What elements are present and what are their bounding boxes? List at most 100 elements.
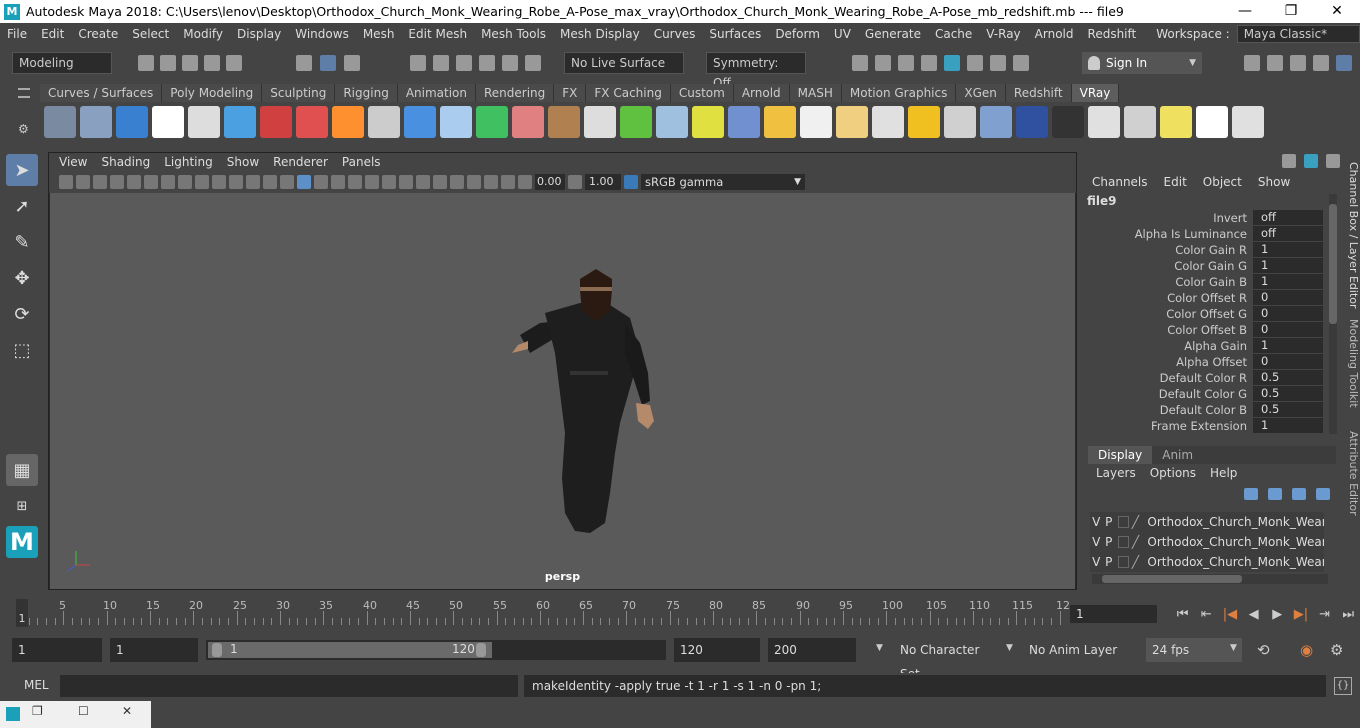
menu-select[interactable]: Select [125, 27, 176, 41]
symmetry-dropdown[interactable]: Symmetry: Off [706, 52, 806, 90]
layer-menu-help[interactable]: Help [1210, 466, 1237, 480]
shelf-tool-icon[interactable] [584, 106, 616, 138]
render-setup-icon[interactable] [967, 55, 983, 71]
attribute-row[interactable]: Color Gain R 1 [1082, 242, 1327, 258]
use-all-lights-icon[interactable] [348, 175, 362, 189]
live-surface-field[interactable]: No Live Surface [564, 52, 684, 74]
select-hierarchy-icon[interactable] [296, 55, 312, 71]
layer-visibility-toggle[interactable]: V [1090, 535, 1103, 549]
shelf-tab-xgen[interactable]: XGen [956, 84, 1006, 102]
ambient-occlusion-icon[interactable] [382, 175, 396, 189]
shelf-menu-icon[interactable] [18, 88, 30, 98]
shelf-tool-icon[interactable] [548, 106, 580, 138]
shelf-tool-icon[interactable] [764, 106, 796, 138]
loop-icon[interactable]: ⟲ [1257, 641, 1270, 659]
xray-joints-icon[interactable] [501, 175, 515, 189]
attribute-row[interactable]: Default Color R 0.5 [1082, 370, 1327, 386]
menu-set-dropdown[interactable]: Modeling [12, 52, 112, 74]
menu-generate[interactable]: Generate [858, 27, 928, 41]
2d-pan-zoom-icon[interactable] [127, 175, 141, 189]
shelf-tool-icon[interactable] [728, 106, 760, 138]
step-back-key-icon[interactable]: ⇤ [1194, 607, 1218, 622]
shelf-tool-icon[interactable] [1232, 106, 1264, 138]
layer-menu-layers[interactable]: Layers [1096, 466, 1136, 480]
move-layer-down-icon[interactable] [1268, 488, 1282, 500]
shelf-tab-redshift[interactable]: Redshift [1005, 84, 1072, 102]
vp-menu-view[interactable]: View [52, 153, 94, 171]
layer-visibility-toggle[interactable]: V [1090, 555, 1103, 569]
cb-menu-edit[interactable]: Edit [1164, 175, 1187, 189]
chevron-down-icon[interactable]: ▼ [1006, 643, 1013, 653]
animation-end-field[interactable]: 200 [768, 638, 856, 662]
script-editor-icon[interactable]: {} [1334, 677, 1352, 695]
attribute-editor-icon[interactable] [1290, 55, 1306, 71]
color-management-icon[interactable] [624, 175, 638, 189]
shelf-tab-custom[interactable]: Custom [670, 84, 734, 102]
menu-edit-mesh[interactable]: Edit Mesh [401, 27, 474, 41]
shelf-tool-icon[interactable] [800, 106, 832, 138]
shelf-tool-icon[interactable] [44, 106, 76, 138]
attribute-row[interactable]: Color Offset R 0 [1082, 290, 1327, 306]
layer-horizontal-scrollbar[interactable] [1092, 574, 1328, 584]
range-end-handle[interactable] [476, 643, 486, 657]
shelf-tool-icon[interactable] [116, 106, 148, 138]
chevron-down-icon[interactable]: ▼ [876, 643, 883, 653]
smooth-shade-icon[interactable] [297, 175, 311, 189]
layer-playback-toggle[interactable]: P [1103, 555, 1116, 569]
attribute-value[interactable]: 0 [1253, 290, 1323, 305]
attribute-value[interactable]: 0 [1253, 306, 1323, 321]
shelf-tab-fx-caching[interactable]: FX Caching [586, 84, 671, 102]
menu-mesh-tools[interactable]: Mesh Tools [474, 27, 553, 41]
attribute-row[interactable]: Color Offset G 0 [1082, 306, 1327, 322]
cb-menu-show[interactable]: Show [1258, 175, 1290, 189]
command-input[interactable] [60, 675, 518, 697]
menu-vray[interactable]: V-Ray [979, 27, 1027, 41]
open-scene-icon[interactable] [160, 55, 176, 71]
shelf-tab-poly-modeling[interactable]: Poly Modeling [162, 84, 263, 102]
menu-file[interactable]: File [0, 27, 34, 41]
shelf-settings-icon[interactable]: ⚙ [18, 122, 29, 136]
range-start-handle[interactable] [212, 643, 222, 657]
menu-surfaces[interactable]: Surfaces [702, 27, 768, 41]
textured-icon[interactable] [331, 175, 345, 189]
snap-curve-icon[interactable] [433, 55, 449, 71]
attribute-row[interactable]: Frame Extension 1 [1082, 418, 1327, 434]
playback-end-field[interactable]: 120 [674, 638, 760, 662]
shelf-tab-sculpting[interactable]: Sculpting [262, 84, 336, 102]
attribute-row[interactable]: Alpha Is Luminance off [1082, 226, 1327, 242]
menu-windows[interactable]: Windows [288, 27, 356, 41]
menu-modify[interactable]: Modify [176, 27, 230, 41]
grease-pencil-icon[interactable] [144, 175, 158, 189]
shelf-tool-icon[interactable] [1088, 106, 1120, 138]
shelf-tool-icon[interactable] [512, 106, 544, 138]
shelf-tab-animation[interactable]: Animation [397, 84, 476, 102]
play-backwards-icon[interactable]: ◀ [1242, 607, 1266, 622]
menu-curves[interactable]: Curves [647, 27, 703, 41]
channel-box-icon[interactable] [1282, 154, 1296, 168]
tab-anim[interactable]: Anim [1152, 446, 1203, 464]
redo-icon[interactable] [226, 55, 242, 71]
character-controls-icon[interactable] [1267, 55, 1283, 71]
attribute-row[interactable]: Color Gain G 1 [1082, 258, 1327, 274]
shelf-tool-icon[interactable] [332, 106, 364, 138]
menu-arnold[interactable]: Arnold [1028, 27, 1081, 41]
animation-start-field[interactable]: 1 [12, 638, 102, 662]
tab-channel-box-layer-editor[interactable]: Channel Box / Layer Editor [1342, 160, 1360, 310]
new-layer-selected-icon[interactable] [1316, 488, 1330, 500]
vp-menu-renderer[interactable]: Renderer [266, 153, 335, 171]
light-editor-icon[interactable] [990, 55, 1006, 71]
layer-visibility-toggle[interactable]: V [1090, 515, 1103, 529]
shelf-tool-icon[interactable] [1016, 106, 1048, 138]
perspective-viewport[interactable]: persp [50, 193, 1075, 589]
time-slider[interactable]: 1 5 10 15 20 25 30 35 40 45 50 55 60 65 70 75 80 85 90 95 10… [12, 597, 1070, 631]
shelf-tool-icon[interactable] [1196, 106, 1228, 138]
layer-playback-toggle[interactable]: P [1103, 535, 1116, 549]
animation-preferences-icon[interactable]: ⚙ [1330, 641, 1343, 659]
camera-attributes-icon[interactable] [76, 175, 90, 189]
attribute-row[interactable]: Default Color B 0.5 [1082, 402, 1327, 418]
shelf-tool-icon[interactable] [368, 106, 400, 138]
go-to-end-icon[interactable]: ⏭ [1336, 607, 1360, 622]
restore-icon[interactable]: ❐ [32, 704, 43, 718]
cb-menu-object[interactable]: Object [1203, 175, 1242, 189]
camera-select-icon[interactable] [59, 175, 73, 189]
